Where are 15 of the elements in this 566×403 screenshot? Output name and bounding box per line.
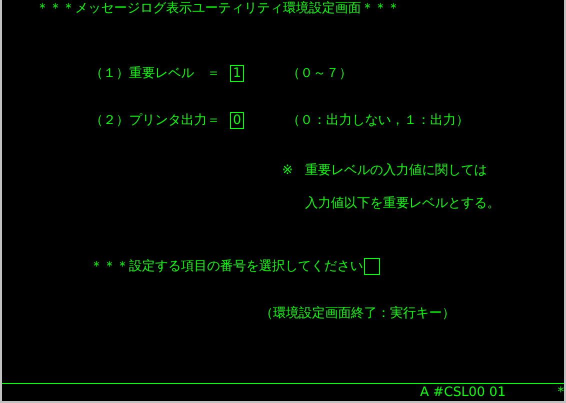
note-text: 重要レベルの入力値に関しては [304, 163, 488, 179]
exit-hint: （環境設定画面終了：実行キー） [260, 306, 455, 322]
selection-input[interactable] [364, 258, 380, 275]
prompt-text: ＊＊＊設定する項目の番号を選択してください [90, 258, 363, 274]
setting-input[interactable]: 1 [230, 65, 244, 82]
status-mark: * [558, 385, 564, 401]
note-mark: ※ [282, 163, 293, 180]
screen-title: ＊＊＊メッセージログ表示ユーティリティ環境設定画面＊＊＊ [36, 1, 400, 17]
setting-range: （０：出力しない，１：出力） [287, 112, 469, 128]
setting-label: （１）重要レベル ＝ [90, 66, 221, 82]
status-text: A #CSL00 01 [420, 385, 506, 401]
note-text: 入力値以下を重要レベルとする。 [304, 196, 500, 212]
setting-range: （０～７） [287, 66, 352, 82]
setting-label: （２）プリンタ出力＝ [90, 112, 221, 128]
setting-input[interactable]: 0 [230, 112, 244, 129]
